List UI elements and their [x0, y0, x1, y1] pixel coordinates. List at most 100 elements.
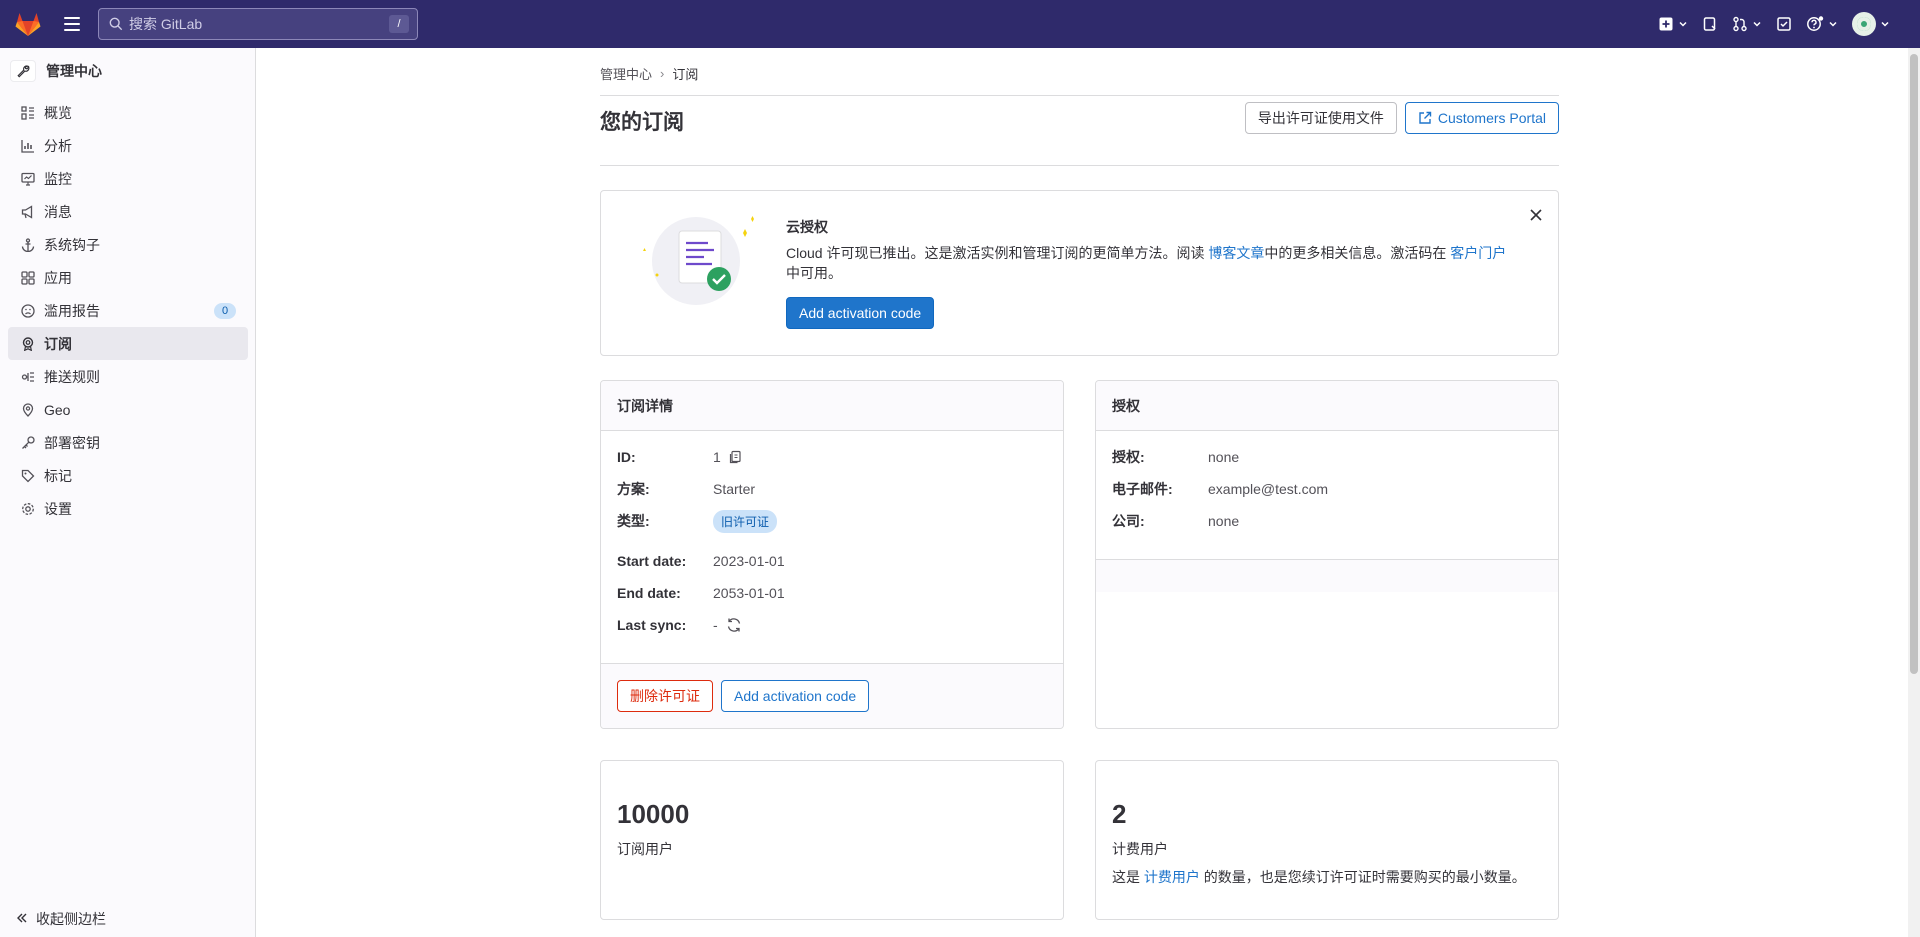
sidebar-header[interactable]: 管理中心	[10, 58, 246, 84]
search-placeholder: 搜索 GitLab	[129, 16, 203, 32]
id-label: ID:	[617, 449, 636, 465]
billable-desc-text: 的数量，也是您续订许可证时需要购买的最小数量。	[1199, 869, 1526, 885]
license-type-badge: 旧许可证	[713, 509, 778, 533]
search-input[interactable]: 搜索 GitLab /	[98, 8, 418, 40]
gitlab-logo-icon[interactable]	[14, 10, 42, 38]
card-footer-strip	[1096, 559, 1558, 592]
search-icon	[109, 17, 123, 31]
add-activation-code-button[interactable]: Add activation code	[786, 297, 935, 329]
plan-label: 方案:	[617, 481, 650, 497]
add-activation-code-button[interactable]: Add activation code	[721, 680, 870, 712]
sidebar-item-system-hooks[interactable]: 系统钩子	[8, 228, 248, 261]
card-footer: 删除许可证 Add activation code	[601, 663, 1063, 728]
breadcrumb-parent-link[interactable]: 管理中心	[600, 64, 652, 83]
abuse-count-badge: 0	[214, 303, 236, 319]
sidebar-item-label: 概览	[44, 104, 72, 121]
merge-requests-button[interactable]	[1732, 12, 1762, 36]
help-icon	[1807, 16, 1824, 31]
help-button[interactable]	[1806, 12, 1838, 36]
sidebar-item-abuse-reports[interactable]: 滥用报告 0	[8, 294, 248, 327]
chevron-right-icon: ›	[660, 66, 665, 81]
issues-button[interactable]	[1702, 12, 1718, 36]
todos-button[interactable]	[1776, 12, 1792, 36]
cloud-alert-text: 中的更多相关信息。激活码在	[1264, 245, 1451, 261]
close-icon[interactable]	[1528, 207, 1544, 223]
sidebar-item-push-rules[interactable]: 推送规则	[8, 360, 248, 393]
sidebar-item-overview[interactable]: 概览	[8, 96, 248, 129]
megaphone-icon	[20, 204, 36, 220]
sidebar-item-subscription[interactable]: 订阅	[8, 327, 248, 360]
sidebar-item-applications[interactable]: 应用	[8, 261, 248, 294]
scrollbar-thumb[interactable]	[1910, 54, 1918, 674]
customers-portal-label: Customers Portal	[1437, 110, 1546, 126]
company-label: 公司:	[1112, 513, 1145, 529]
sidebar: 管理中心 概览 分析 监控 消息 系统钩子 应用 滥用报告 0 订阅 推送规则 …	[0, 48, 256, 937]
collapse-sidebar-button[interactable]: 收起侧边栏	[16, 907, 106, 931]
subscribed-users-count: 10000	[617, 799, 690, 829]
page-scrollbar[interactable]	[1908, 48, 1920, 937]
remove-license-button[interactable]: 删除许可证	[617, 680, 713, 712]
cloud-alert-text: Cloud 许可现已推出。这是激活实例和管理订阅的更简单方法。阅读	[786, 245, 1209, 261]
collapse-sidebar-label: 收起侧边栏	[36, 911, 106, 927]
licensee-label: 授权:	[1112, 449, 1145, 465]
location-icon	[20, 402, 36, 418]
breadcrumb: 管理中心 › 订阅	[600, 64, 698, 83]
create-new-button[interactable]	[1658, 12, 1688, 36]
sidebar-header-title: 管理中心	[46, 63, 102, 79]
customers-portal-button[interactable]: Customers Portal	[1404, 102, 1559, 134]
chevron-down-icon	[1881, 21, 1889, 27]
last-sync-label: Last sync:	[617, 617, 687, 633]
export-license-usage-button[interactable]: 导出许可证使用文件	[1244, 102, 1397, 134]
settings-icon	[20, 501, 36, 517]
external-link-icon	[1419, 111, 1432, 124]
sidebar-item-label: 滥用报告	[44, 302, 100, 319]
sidebar-item-label: 推送规则	[44, 368, 100, 385]
id-value: 1	[713, 449, 721, 465]
sidebar-item-geo[interactable]: Geo	[8, 393, 248, 426]
blog-post-link[interactable]: 博客文章	[1208, 245, 1264, 261]
divider	[600, 165, 1559, 166]
overview-icon	[20, 105, 36, 121]
sidebar-nav: 概览 分析 监控 消息 系统钩子 应用 滥用报告 0 订阅 推送规则 Geo 部…	[8, 96, 248, 525]
double-chevron-left-icon	[16, 911, 28, 927]
plan-value: Starter	[713, 481, 756, 497]
anchor-icon	[20, 237, 36, 253]
sidebar-item-label: 系统钩子	[44, 236, 100, 253]
plus-square-icon	[1659, 17, 1673, 31]
billable-desc-text: 这是	[1112, 869, 1144, 885]
chevron-down-icon	[1753, 21, 1761, 27]
sidebar-item-label: 设置	[44, 500, 72, 517]
type-label: 类型:	[617, 513, 650, 529]
breadcrumb-current: 订阅	[672, 67, 699, 82]
divider	[600, 95, 1559, 96]
analytics-icon	[20, 138, 36, 154]
sidebar-item-label: 部署密钥	[44, 434, 100, 451]
company-value: none	[1208, 513, 1240, 529]
billable-users-count: 2	[1112, 799, 1127, 829]
sidebar-item-label: 监控	[44, 170, 72, 187]
sidebar-item-deploy-keys[interactable]: 部署密钥	[8, 426, 248, 459]
cloud-licensing-alert: 云授权 Cloud 许可现已推出。这是激活实例和管理订阅的更简单方法。阅读 博客…	[600, 190, 1559, 356]
sidebar-item-messages[interactable]: 消息	[8, 195, 248, 228]
chevron-down-icon	[1829, 21, 1837, 27]
copy-icon[interactable]	[729, 450, 743, 464]
top-navbar: 搜索 GitLab /	[0, 0, 1920, 48]
sidebar-item-label: 应用	[44, 269, 72, 286]
sidebar-item-monitoring[interactable]: 监控	[8, 162, 248, 195]
sidebar-item-label: 标记	[44, 467, 72, 484]
sidebar-item-labels[interactable]: 标记	[8, 459, 248, 492]
menu-icon[interactable]	[62, 14, 82, 34]
start-date-value: 2023-01-01	[713, 553, 785, 569]
billable-users-description: 这是 计费用户 的数量，也是您续订许可证时需要购买的最小数量。	[1112, 867, 1526, 887]
license-card: 授权 授权: none 电子邮件: example@test.com 公司: n…	[1095, 380, 1559, 729]
sidebar-item-analytics[interactable]: 分析	[8, 129, 248, 162]
billable-users-link[interactable]: 计费用户	[1144, 869, 1200, 885]
subscription-icon	[20, 336, 36, 352]
user-menu-button[interactable]	[1852, 12, 1890, 36]
cloud-alert-body: Cloud 许可现已推出。这是激活实例和管理订阅的更简单方法。阅读 博客文章中的…	[786, 243, 1516, 283]
admin-wrench-icon	[10, 60, 36, 82]
sidebar-item-settings[interactable]: 设置	[8, 492, 248, 525]
email-value: example@test.com	[1208, 481, 1329, 497]
sync-icon[interactable]	[726, 617, 742, 633]
customer-portal-link[interactable]: 客户门户	[1450, 245, 1506, 261]
